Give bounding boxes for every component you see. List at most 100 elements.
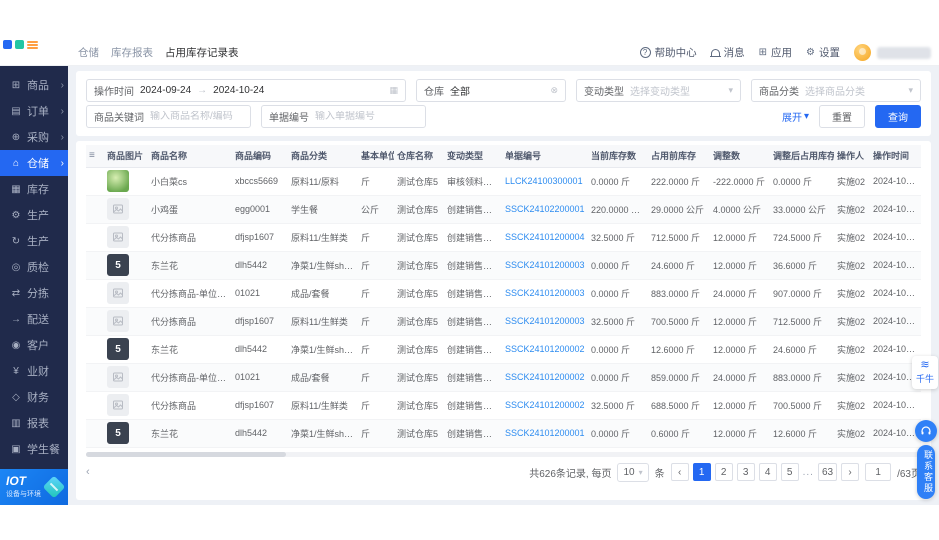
col-header-occupied-before: 占用前库存 xyxy=(648,145,710,168)
warehouse-name: 测试仓库5 xyxy=(394,167,444,196)
sidebar-item-purchase[interactable]: ⊕ 采购 › xyxy=(0,124,68,150)
sidebar-item-biz-finance[interactable]: ¥ 业财 xyxy=(0,358,68,384)
product-name: 东兰花 xyxy=(148,335,232,364)
apps-button[interactable]: ⊞ 应用 xyxy=(759,45,792,60)
sidebar-item-production[interactable]: ⚙ 生产 xyxy=(0,202,68,228)
warehouse-filter[interactable]: 仓库 全部 ⊗ xyxy=(416,79,566,102)
finance-icon: ◇ xyxy=(12,391,20,403)
sidebar-item-production-2[interactable]: ↻ 生产 xyxy=(0,228,68,254)
warehouse-name: 测试仓库5 xyxy=(394,419,444,448)
pagination-page-5[interactable]: 5 xyxy=(780,463,799,481)
product-image-placeholder xyxy=(107,198,129,220)
records-panel: ≡ 商品图片 商品名称 商品编码 商品分类 基本单位 仓库名称 变动类型 单据编号 当前库存数 占用… xyxy=(76,141,931,500)
sidebar-item-goods[interactable]: ⊞ 商品 › xyxy=(0,72,68,98)
sidebar-item-warehouse[interactable]: ⌂ 仓储 › xyxy=(0,150,68,176)
product-code: dlh5442 xyxy=(232,419,288,448)
pagination-page-1[interactable]: 1 xyxy=(692,463,711,481)
product-image-cell xyxy=(104,363,148,392)
sidebar-item-customers[interactable]: ◉ 客户 xyxy=(0,332,68,358)
warehouse-value: 全部 xyxy=(450,87,470,98)
logo-block-teal xyxy=(15,40,24,49)
pagination-page-2[interactable]: 2 xyxy=(714,463,733,481)
doc-number-link[interactable]: LLCK24100300001 xyxy=(505,176,583,186)
expand-filters-link[interactable]: 展开 ▾ xyxy=(782,109,809,124)
doc-number-link[interactable]: SSCK24101200001 xyxy=(505,428,585,438)
messages-button[interactable]: 消息 xyxy=(709,45,745,60)
warehouse-name: 测试仓库5 xyxy=(394,279,444,308)
pagination-page-4[interactable]: 4 xyxy=(758,463,777,481)
doc-number-link[interactable]: SSCK24101200002 xyxy=(505,372,585,382)
doc-no-input[interactable] xyxy=(315,111,418,122)
chevron-down-icon: ▾ xyxy=(728,85,733,95)
column-settings-icon[interactable]: ≡ xyxy=(86,145,104,168)
doc-number-link[interactable]: SSCK24101200004 xyxy=(505,232,585,242)
sidebar-item-label: 商品 xyxy=(27,80,49,92)
breadcrumb-item[interactable]: 库存报表 xyxy=(111,45,153,60)
adjust-qty: 12.0000 斤 xyxy=(710,335,770,364)
page-size-select[interactable]: 10 ▾ xyxy=(617,462,649,482)
product-code: 01021 xyxy=(232,363,288,392)
pagination-page-3[interactable]: 3 xyxy=(736,463,755,481)
breadcrumb-item[interactable]: 仓储 xyxy=(78,45,99,60)
product-image-cell: 5 xyxy=(104,251,148,280)
table-header-row: ≡ 商品图片 商品名称 商品编码 商品分类 基本单位 仓库名称 变动类型 单据编号 当前库存数 占用… xyxy=(86,145,921,168)
doc-number-link[interactable]: SSCK24101200003 xyxy=(505,260,585,270)
hscrollbar-thumb[interactable] xyxy=(86,451,286,457)
doc-number-link[interactable]: SSCK24101200003 xyxy=(505,316,585,326)
contact-service-button[interactable]: 联系客服 xyxy=(917,445,935,499)
date-end-value: 2024-10-24 xyxy=(213,85,265,96)
settings-button[interactable]: ⚙ 设置 xyxy=(806,45,840,60)
sidebar-item-inventory[interactable]: ▦ 库存 xyxy=(0,176,68,202)
qianniu-widget[interactable]: ≋ 千牛 xyxy=(912,356,938,390)
scroll-left-icon[interactable]: ‹ xyxy=(86,466,90,478)
sidebar-item-finance[interactable]: ◇ 财务 xyxy=(0,384,68,410)
table-hscrollbar[interactable] xyxy=(86,451,921,457)
base-unit: 斤 xyxy=(358,419,394,448)
table-row: 代分拣商品-单位换算 01021 成品/套餐斤测试仓库5 创建销售出库 SSCK2410… xyxy=(86,279,921,308)
keyword-input[interactable] xyxy=(150,111,243,122)
warehouse-icon: ⌂ xyxy=(12,157,20,169)
reset-button[interactable]: 重置 xyxy=(819,105,865,128)
clear-icon[interactable]: ⊗ xyxy=(550,85,558,96)
sidebar-item-quality[interactable]: ◎ 质检 xyxy=(0,254,68,280)
change-type-filter[interactable]: 变动类型 选择变动类型 ▾ xyxy=(576,79,741,102)
window-decoration xyxy=(3,40,38,49)
doc-number-link[interactable]: SSCK24101200002 xyxy=(505,344,585,354)
change-type: 创建销售出库 xyxy=(444,279,502,308)
product-code: dlh5442 xyxy=(232,335,288,364)
bell-icon xyxy=(709,48,721,57)
product-code: dfjsp1607 xyxy=(232,391,288,420)
sidebar-item-orders[interactable]: ▤ 订单 › xyxy=(0,98,68,124)
sidebar-item-sorting[interactable]: ⇄ 分拣 xyxy=(0,280,68,306)
headset-icon[interactable] xyxy=(915,420,937,442)
sidebar-item-label: 质检 xyxy=(27,262,49,274)
search-button[interactable]: 查询 xyxy=(875,105,921,128)
sidebar-item-delivery[interactable]: → 配送 xyxy=(0,306,68,332)
help-center-button[interactable]: ? 帮助中心 xyxy=(639,45,697,60)
username-redacted xyxy=(877,46,931,59)
pagination-prev[interactable]: ‹ xyxy=(670,463,689,481)
pagination-next[interactable]: › xyxy=(841,463,860,481)
iot-panel[interactable]: IOT 设备与环境 xyxy=(0,469,68,505)
operator: 实施02 xyxy=(834,307,870,336)
change-type: 创建销售出库 xyxy=(444,307,502,336)
user-menu[interactable] xyxy=(854,44,931,61)
current-stock: 220.0000 公斤 xyxy=(588,195,648,224)
doc-number-link[interactable]: SSCK24101200003 xyxy=(505,288,585,298)
category-filter[interactable]: 商品分类 选择商品分类 ▾ xyxy=(751,79,921,102)
qianniu-label: 千牛 xyxy=(915,374,934,385)
pagination-total: 共626条记录, 每页 xyxy=(529,468,612,480)
sidebar-item-student-meal[interactable]: ▣ 学生餐 xyxy=(0,436,68,462)
doc-number-link[interactable]: SSCK24101200002 xyxy=(505,400,585,410)
table-row: 5 东兰花dlh5442净菜1/生鲜shu菜类…斤测试仓库5创建销售出库SSCK2… xyxy=(86,335,921,364)
sidebar-item-reports[interactable]: ▥ 报表 xyxy=(0,410,68,436)
occupied-before: 700.5000 斤 xyxy=(648,307,710,336)
date-range-filter[interactable]: 操作时间 2024-09-24 → 2024-10-24 ▦ xyxy=(86,79,406,102)
warehouse-label: 仓库 xyxy=(424,87,444,98)
pagination-page-63[interactable]: 63 xyxy=(817,463,838,481)
page-jump-input[interactable] xyxy=(865,463,892,481)
col-header-operator: 操作人 xyxy=(834,145,870,168)
col-header-occupied-after: 调整后占用库存 xyxy=(770,145,834,168)
table-row: 代分拣商品 dfjsp1607 原料11/生鲜类斤测试仓库5 创建销售出库 SSCK24… xyxy=(86,391,921,420)
doc-number-link[interactable]: SSCK24102200001 xyxy=(505,204,585,214)
